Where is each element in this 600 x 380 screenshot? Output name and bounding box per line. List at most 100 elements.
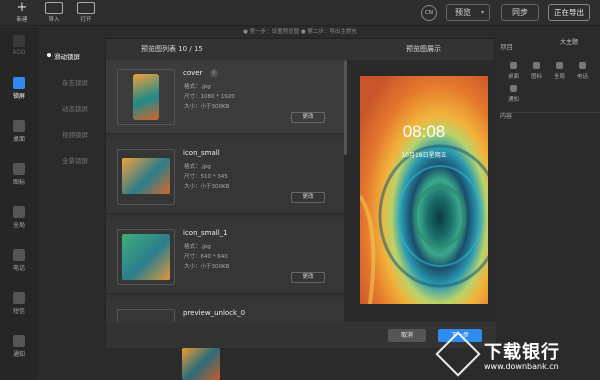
sidebar-item-label: 桌面 [12,136,25,143]
change-button[interactable]: 更改 [291,192,325,203]
list-item[interactable]: icon_small_1 格式：.jpg 尺寸：640 * 640 大小：小于3… [106,220,344,294]
panel-icon-label: 桌面 [508,74,520,80]
panel-icons-item[interactable]: 图标 [531,62,542,80]
import-label: 导入 [48,17,60,23]
preview-area: 08:08 10月18日星期五 [347,60,496,322]
file-size: 大小：小于300KB [184,104,230,110]
sidebar-item-global[interactable]: 全局 [0,206,38,229]
step-indicator: ● 第一步：设置预览图 ● 第二步：导出主题包 [243,29,357,35]
sidebar-item-label: 短信 [12,308,25,315]
properties-panel: 项目 大主题 桌面 图标 全局 电话 通知 内容 [500,27,600,380]
wallpaper-art [360,76,488,304]
cancel-button[interactable]: 取消 [388,329,426,342]
import-icon [45,2,63,14]
preview-title: 预览图展示 [406,45,441,53]
list-item[interactable]: cover i 格式：.jpg 尺寸：1080 * 1920 大小：小于300K… [106,60,344,134]
list-item[interactable]: icon_small 格式：.jpg 尺寸：510 * 345 大小：小于300… [106,140,344,214]
gear-icon [556,62,564,69]
info-icon[interactable]: i [210,69,218,77]
watermark-url: www.downbank.cn [484,362,559,371]
sidebar-item-label: 电话 [12,265,25,272]
sidebar-item-label: AOD [12,49,26,56]
open-label: 打开 [80,17,92,23]
sidebar-item-label: 图标 [12,179,25,186]
sidebar-item-lockscreen[interactable]: 锁屏 [0,77,38,100]
sidebar-item-aod[interactable]: AOD [0,35,38,56]
file-info: 格式：.jpg 尺寸：1080 * 1920 大小：小于300KB [184,82,235,112]
file-name: icon_small_1 [183,229,228,237]
file-name: cover [183,69,203,77]
panel-global[interactable]: 全局 [554,62,565,80]
sync-button[interactable]: 同步 [501,4,539,21]
sidebar-item-phone[interactable]: 电话 [0,249,38,272]
file-format: 格式：.jpg [184,84,211,90]
theme-select[interactable]: 大主题 [560,37,596,49]
file-format: 格式：.jpg [184,164,211,170]
file-name: icon_small [183,149,220,157]
thumbnail [117,69,175,125]
thumbnail [117,149,175,205]
sidebar-item-sms[interactable]: 短信 [0,292,38,315]
dialog-footer: 取消 下一步 [106,322,496,348]
file-size: 大小：小于300KB [184,264,230,270]
aod-icon [13,35,25,47]
message-icon [13,292,25,304]
change-button[interactable]: 更改 [291,272,325,283]
panel-phone[interactable]: 电话 [577,62,588,80]
lock-icon [13,77,25,89]
submenu-item-dynamic[interactable]: 动态锁屏 [62,103,88,113]
gear-icon [13,206,25,218]
icon-small-thumbnail [122,158,170,194]
change-button[interactable]: 更改 [291,112,325,123]
cover-thumbnail [133,74,159,120]
import-button[interactable]: 导入 [40,2,68,23]
preview-dropdown[interactable]: 预览 ▾ [446,4,490,21]
panel-notify[interactable]: 通知 [508,85,519,103]
clock-text: 08:08 [402,122,446,141]
submenu-item-panorama[interactable]: 全景锁屏 [62,155,88,165]
list-title: 预览图列表 10 / 15 [141,45,203,53]
new-button[interactable]: + 新建 [8,1,36,23]
grid-icon [533,62,541,69]
wallpaper-thumbnail[interactable] [182,348,220,380]
icon-small-1-thumbnail [122,234,170,280]
sidebar-item-notify[interactable]: 通知 [0,335,38,358]
submenu: 滑动锁屏 杂志锁屏 动态锁屏 视频锁屏 全景锁屏 [40,27,112,380]
watermark-logo-icon [435,331,481,377]
project-label: 项目 [500,43,513,51]
sidebar: AOD 锁屏 桌面 图标 全局 电话 短信 通知 [0,27,38,380]
file-size: 大小：小于300KB [184,184,230,190]
sidebar-item-label: 全局 [12,222,25,229]
thumbnail [117,309,175,322]
preview-list: cover i 格式：.jpg 尺寸：1080 * 1920 大小：小于300K… [106,60,344,322]
desktop-icon [510,62,517,69]
language-toggle[interactable]: CN [421,5,437,21]
sidebar-item-desktop[interactable]: 桌面 [0,120,38,143]
open-button[interactable]: 打开 [72,2,100,23]
grid-icon [13,163,25,175]
panel-icon-label: 图标 [531,74,543,80]
new-label: 新建 [16,17,28,23]
file-dimensions: 尺寸：510 * 345 [184,174,228,180]
watermark-title: 下载银行 [484,342,560,363]
file-name: preview_unlock_0 [183,309,246,317]
panel-desktop[interactable]: 桌面 [508,62,519,80]
file-dimensions: 尺寸：1080 * 1920 [184,94,235,100]
divider [500,112,600,113]
submenu-item-video[interactable]: 视频锁屏 [62,129,88,139]
top-toolbar: + 新建 导入 打开 CN 预览 ▾ 同步 正在导出 [0,0,600,26]
sidebar-item-icons[interactable]: 图标 [0,163,38,186]
phone-icon [13,249,25,261]
panel-icon-label: 通知 [508,97,520,103]
date-text: 10月18日星期五 [401,152,447,159]
thumbnail [117,229,175,285]
sidebar-item-label: 通知 [12,351,25,358]
desktop-icon [13,120,25,132]
submenu-item-slide[interactable]: 滑动锁屏 [47,51,80,61]
file-info: 格式：.jpg 尺寸：510 * 345 大小：小于300KB [184,162,229,192]
list-item[interactable]: preview_unlock_0 [106,300,344,322]
bell-icon [510,85,517,92]
submenu-item-magazine[interactable]: 杂志锁屏 [62,77,88,87]
bell-icon [13,335,25,347]
export-button[interactable]: 正在导出 [548,4,590,21]
